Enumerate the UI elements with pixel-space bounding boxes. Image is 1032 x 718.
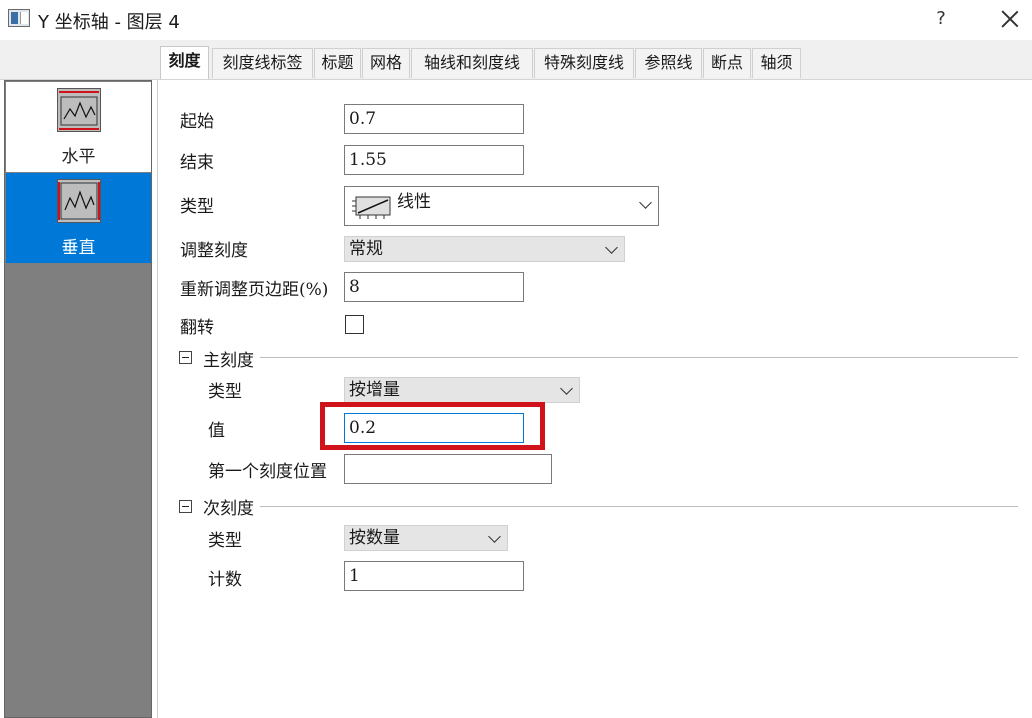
scale-type-value: 线性	[397, 192, 431, 212]
minor-count-input[interactable]: 1	[344, 561, 524, 591]
type-label: 类型	[180, 197, 214, 217]
minor-type-select[interactable]: 按数量	[344, 525, 508, 551]
tab-scale[interactable]: 刻度	[160, 46, 209, 79]
group-divider	[260, 357, 1018, 358]
reverse-label: 翻转	[180, 318, 214, 338]
axis-item-label: 水平	[61, 147, 96, 167]
major-type-label: 类型	[208, 382, 242, 402]
major-ticks-header: 主刻度	[203, 351, 254, 371]
axis-item-horizontal[interactable]: 水平	[6, 82, 151, 172]
close-icon[interactable]	[995, 5, 1025, 33]
highlight-box	[320, 402, 545, 450]
rescale-value: 常规	[349, 239, 383, 259]
reverse-checkbox[interactable]	[345, 315, 364, 334]
minor-ticks-header: 次刻度	[203, 499, 254, 519]
rescale-label: 调整刻度	[180, 241, 248, 261]
major-type-value: 按增量	[349, 380, 400, 400]
chevron-down-icon	[560, 382, 573, 395]
axis-item-label: 垂直	[61, 238, 96, 258]
window-icon	[8, 9, 30, 27]
tab-tick-labels[interactable]: 刻度线标签	[212, 48, 313, 78]
horizontal-axis-icon	[57, 88, 101, 132]
tab-title[interactable]: 标题	[314, 48, 361, 78]
tab-line-and-ticks[interactable]: 轴线和刻度线	[411, 48, 533, 78]
axis-item-vertical[interactable]: 垂直	[6, 173, 151, 263]
minor-type-value: 按数量	[349, 528, 400, 548]
tab-reference-lines[interactable]: 参照线	[635, 48, 702, 78]
minor-count-label: 计数	[208, 570, 242, 590]
linear-scale-icon	[352, 196, 391, 219]
from-label: 起始	[180, 112, 214, 132]
first-tick-label: 第一个刻度位置	[208, 462, 327, 482]
chevron-down-icon	[639, 196, 652, 209]
to-label: 结束	[180, 153, 214, 173]
first-tick-input[interactable]	[344, 454, 552, 484]
collapse-major-ticks-icon[interactable]	[179, 351, 192, 364]
chevron-down-icon	[488, 530, 501, 543]
help-button[interactable]: ?	[926, 6, 956, 32]
tab-breaks[interactable]: 断点	[703, 48, 751, 78]
rescale-select[interactable]: 常规	[344, 236, 625, 262]
major-type-select[interactable]: 按增量	[344, 377, 580, 403]
rescale-margin-input[interactable]: 8	[344, 272, 524, 302]
axis-list: 水平 垂直	[4, 80, 152, 718]
major-value-label: 值	[208, 421, 225, 441]
from-input[interactable]: 0.7	[344, 104, 524, 134]
chevron-down-icon	[605, 241, 618, 254]
rescale-margin-label: 重新调整页边距(%)	[180, 280, 329, 300]
tab-rug[interactable]: 轴须	[752, 48, 801, 78]
to-input[interactable]: 1.55	[344, 145, 524, 175]
minor-type-label: 类型	[208, 531, 242, 551]
scale-type-select[interactable]: 线性	[344, 186, 659, 226]
tab-special-ticks[interactable]: 特殊刻度线	[534, 48, 634, 78]
title-bar: Y 坐标轴 - 图层 4 ?	[0, 0, 1032, 40]
vertical-axis-icon	[57, 179, 101, 223]
collapse-minor-ticks-icon[interactable]	[179, 500, 192, 513]
window-title: Y 坐标轴 - 图层 4	[38, 12, 180, 33]
group-divider	[260, 506, 1018, 507]
panel-border	[157, 80, 158, 718]
tab-grids[interactable]: 网格	[362, 48, 410, 78]
